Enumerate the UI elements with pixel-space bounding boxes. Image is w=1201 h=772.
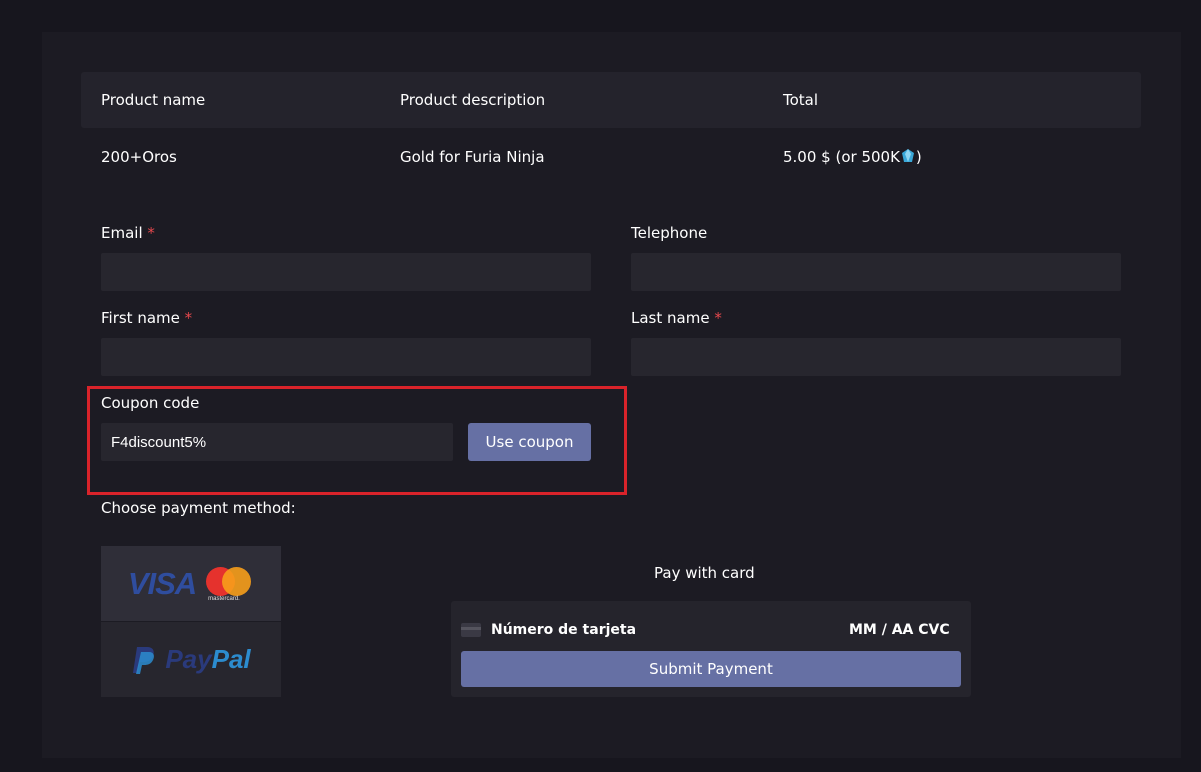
required-mark: * <box>184 309 193 327</box>
visa-mastercard-option[interactable]: VISA mastercard. <box>101 546 281 621</box>
credit-card-icon <box>461 623 481 637</box>
gem-icon <box>901 149 914 162</box>
email-label-text: Email <box>101 224 143 242</box>
required-mark: * <box>714 309 722 327</box>
telephone-input[interactable] <box>631 253 1121 291</box>
visa-logo: VISA <box>127 565 197 601</box>
row-total: 5.00 $ (or 500K) <box>783 147 922 167</box>
table-header <box>81 72 1141 128</box>
first-name-label: First name * <box>101 308 192 328</box>
last-name-label-text: Last name <box>631 309 710 327</box>
coupon-label: Coupon code <box>101 394 200 412</box>
first-name-label-text: First name <box>101 309 180 327</box>
email-label: Email * <box>101 223 155 243</box>
card-number-input[interactable]: Número de tarjeta <box>491 620 636 640</box>
mastercard-label: mastercard. <box>208 595 240 602</box>
paypal-logo: PayPal <box>165 644 250 675</box>
row-product-name: 200+Oros <box>101 148 177 166</box>
header-product-name: Product name <box>101 91 206 109</box>
submit-payment-button[interactable]: Submit Payment <box>461 651 961 687</box>
telephone-label: Telephone <box>631 224 708 242</box>
header-product-description: Product description <box>400 91 546 109</box>
mastercard-logo: mastercard. <box>206 564 254 604</box>
paypal-pay-text: Pay <box>165 644 212 674</box>
last-name-input[interactable] <box>631 338 1121 376</box>
row-product-description: Gold for Furia Ninja <box>400 148 545 166</box>
header-total: Total <box>783 91 819 109</box>
paypal-pal-text: Pal <box>211 644 251 674</box>
email-input[interactable] <box>101 253 591 291</box>
first-name-input[interactable] <box>101 338 591 376</box>
pay-with-card-title: Pay with card <box>654 564 755 582</box>
paypal-icon <box>133 646 155 674</box>
required-mark: * <box>147 224 155 242</box>
last-name-label: Last name * <box>631 308 722 328</box>
row-total-suffix: ) <box>915 148 922 166</box>
coupon-input[interactable] <box>101 423 453 461</box>
use-coupon-button[interactable]: Use coupon <box>468 423 591 461</box>
payment-method-label: Choose payment method: <box>101 499 296 517</box>
row-total-value: 5.00 $ (or 500K <box>783 148 900 166</box>
paypal-option[interactable]: PayPal <box>101 622 281 697</box>
expiry-cvc-input[interactable]: MM / AA CVC <box>849 620 950 640</box>
